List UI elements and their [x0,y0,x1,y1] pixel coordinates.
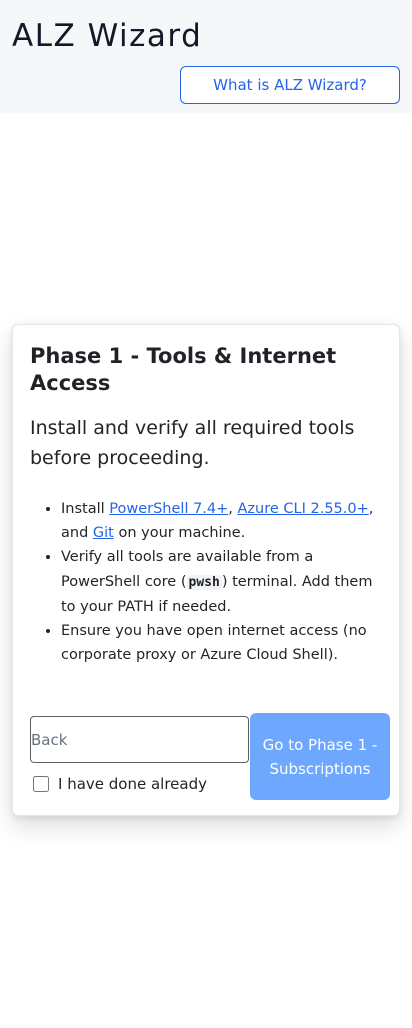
powershell-link[interactable]: PowerShell 7.4+ [109,501,228,517]
step-text: , [228,501,238,517]
phase-card: Phase 1 - Tools & Internet Access Instal… [12,324,400,816]
done-already-checkbox[interactable] [33,776,49,792]
requirements-list: Install PowerShell 7.4+, Azure CLI 2.55.… [30,497,387,667]
back-input[interactable] [30,716,249,763]
done-already-label: I have done already [58,775,207,793]
step-text: Install [61,501,110,517]
go-to-phase-1-subscriptions-button[interactable]: Go to Phase 1 - Subscriptions [250,713,390,800]
phase-title: Phase 1 - Tools & Internet Access [30,344,337,395]
what-is-alz-wizard-button[interactable]: What is ALZ Wizard? [180,66,400,104]
step-text: on your machine. [113,525,246,542]
done-already-row[interactable]: I have done already [33,775,207,793]
list-item: Install PowerShell 7.4+, Azure CLI 2.55.… [61,497,387,545]
phase-subtitle: Install and verify all required tools be… [30,417,355,469]
git-link[interactable]: Git [93,525,114,541]
step-text: Ensure you have open internet access (no… [61,623,367,664]
pwsh-code: pwsh [186,574,222,590]
app-title: ALZ Wizard [12,18,203,54]
list-item: Verify all tools are available from a Po… [61,545,387,619]
app-header: ALZ Wizard What is ALZ Wizard? [0,0,412,113]
list-item: Ensure you have open internet access (no… [61,619,387,667]
azure-cli-link[interactable]: Azure CLI 2.55.0+ [238,501,369,517]
